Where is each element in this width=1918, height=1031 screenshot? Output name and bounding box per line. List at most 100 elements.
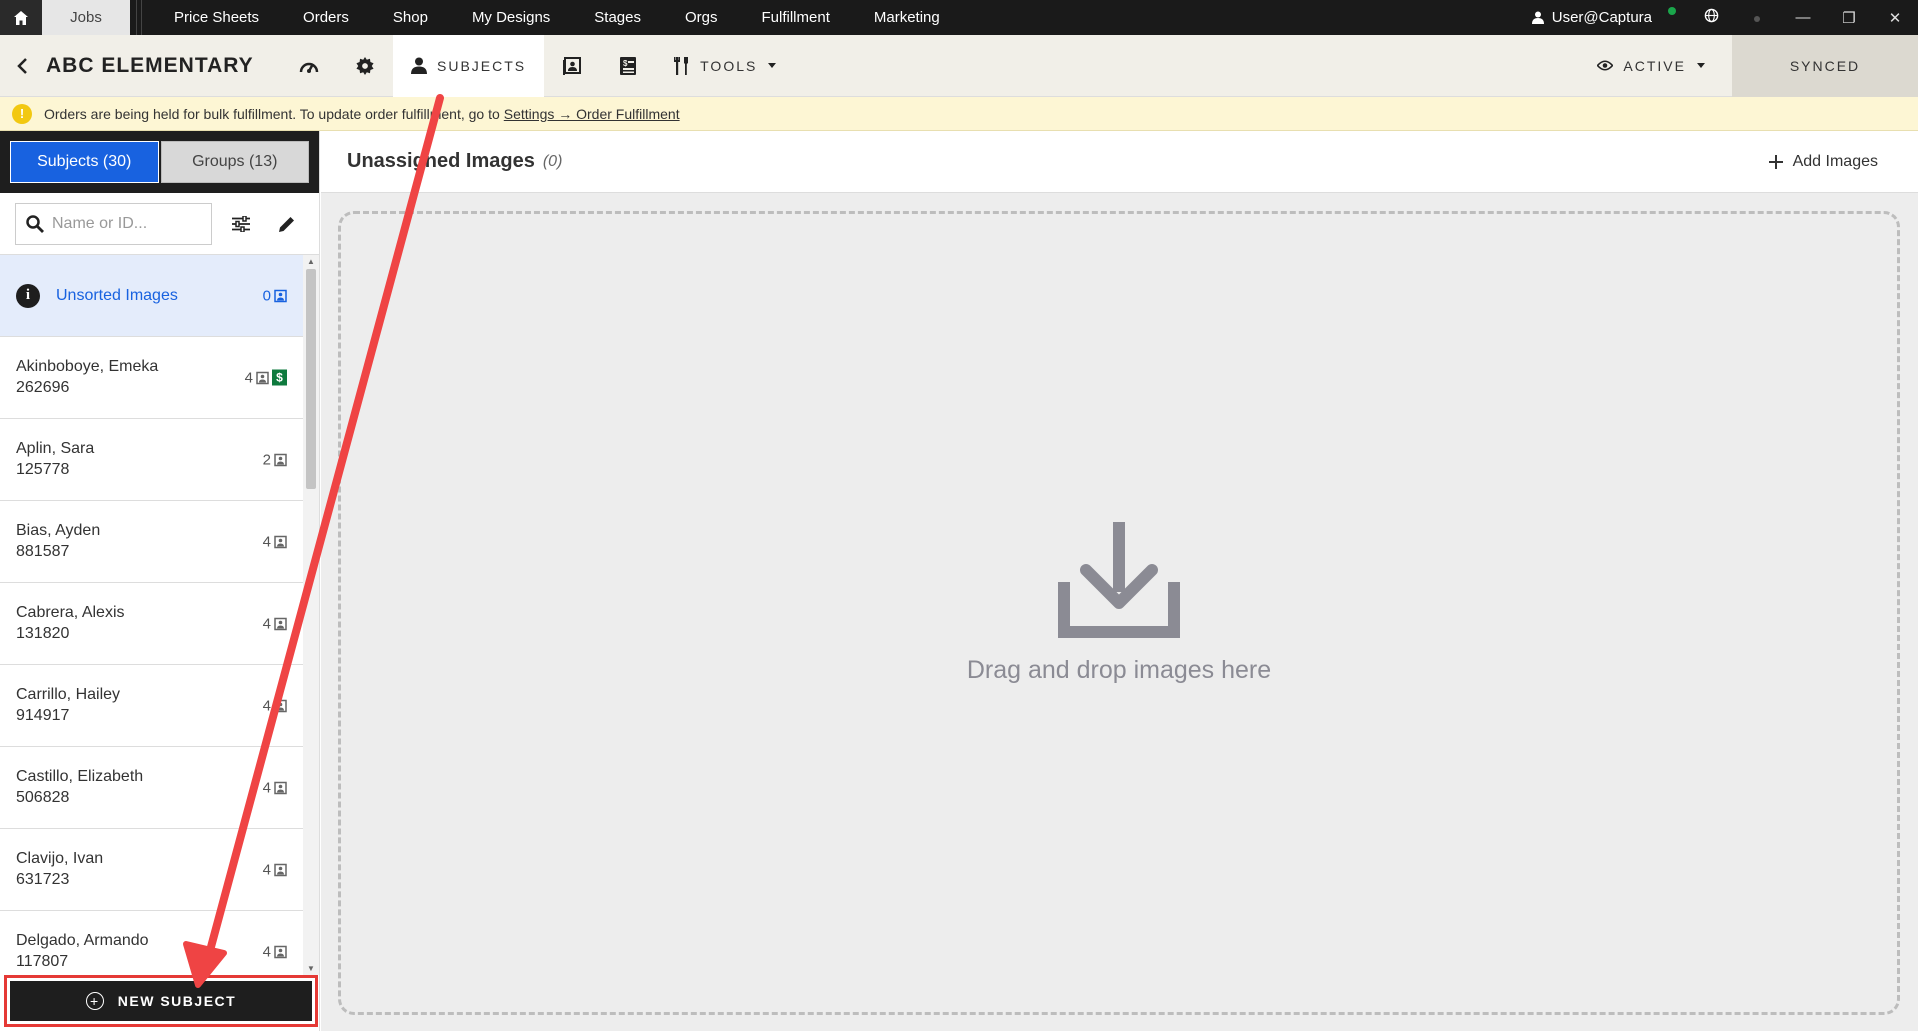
main-header: Unassigned Images (0) Add Images	[321, 131, 1918, 193]
search-icon	[26, 214, 44, 233]
price-sheet-icon: $	[620, 56, 637, 75]
subject-list-item[interactable]: Castillo, Elizabeth 506828 4	[0, 747, 303, 829]
add-images-button[interactable]: Add Images	[1768, 153, 1878, 171]
nav-jobs[interactable]: Jobs	[42, 0, 130, 35]
nav-fulfillment[interactable]: Fulfillment	[740, 0, 852, 35]
image-count: 0	[263, 287, 287, 304]
subjects-sidebar: Subjects (30) Groups (13) i Unsorted Ima…	[0, 131, 320, 1031]
nav-divider	[136, 0, 142, 35]
subject-list-item[interactable]: Carrillo, Hailey 914917 4	[0, 665, 303, 747]
user-icon	[411, 57, 427, 74]
image-count-value: 0	[262, 287, 271, 304]
user-menu[interactable]: User@Captura	[1531, 7, 1676, 26]
toolbar-right: ACTIVE SYNCED	[1597, 34, 1918, 97]
subject-id: 117807	[16, 953, 69, 970]
list-scrollbar[interactable]: ▲ ▼	[303, 255, 319, 975]
photo-icon	[274, 617, 287, 630]
subject-name: Cabrera, Alexis	[16, 604, 125, 621]
settings-button[interactable]	[337, 35, 393, 97]
info-warning-icon: !	[12, 103, 32, 124]
nav-marketing[interactable]: Marketing	[852, 0, 962, 35]
image-count: 4	[263, 943, 287, 960]
online-status-dot	[1668, 7, 1676, 15]
tools-dropdown[interactable]: TOOLS	[656, 35, 795, 97]
plus-circle-icon: +	[85, 992, 104, 1010]
back-button[interactable]	[4, 57, 40, 75]
page-title: Unassigned Images	[347, 150, 535, 172]
photo-icon	[274, 781, 287, 794]
subject-list-item[interactable]: Delgado, Armando 117807 4	[0, 911, 303, 975]
unassigned-count: (0)	[542, 152, 563, 170]
search-input[interactable]	[52, 214, 202, 233]
search-row	[0, 193, 319, 255]
subject-id: 262696	[16, 379, 70, 396]
nav-my-designs[interactable]: My Designs	[450, 0, 572, 35]
nav-right-controls: User@Captura — ❐ ✕	[1531, 0, 1918, 35]
image-count: 4	[263, 697, 287, 714]
price-list-button[interactable]: $	[600, 35, 656, 97]
subject-list-item[interactable]: Akinboboye, Emeka 262696 4 $	[0, 337, 303, 419]
subject-list-item[interactable]: Bias, Ayden 881587 4	[0, 501, 303, 583]
image-count-value: 4	[244, 369, 253, 386]
nav-stages[interactable]: Stages	[572, 0, 663, 35]
sync-status[interactable]: SYNCED	[1732, 34, 1918, 97]
scroll-thumb[interactable]	[306, 269, 316, 489]
nav-shop[interactable]: Shop	[371, 0, 450, 35]
nav-orders[interactable]: Orders	[281, 0, 371, 35]
status-dropdown[interactable]: ACTIVE	[1597, 58, 1706, 74]
dollar-icon: $	[272, 369, 287, 386]
globe-icon	[1704, 8, 1718, 23]
dashboard-button[interactable]	[281, 35, 337, 97]
subject-name: Akinboboye, Emeka	[16, 358, 159, 375]
subject-name: Delgado, Armando	[16, 932, 149, 949]
job-title: ABC ELEMENTARY	[46, 53, 254, 77]
unsorted-images-item[interactable]: i Unsorted Images 0	[0, 255, 303, 337]
user-icon	[1531, 11, 1544, 24]
subject-info: Bias, Ayden 881587	[16, 522, 100, 561]
subject-list: i Unsorted Images 0 Akinboboye, Emeka 262…	[0, 255, 303, 975]
restore-icon[interactable]: ❐	[1826, 9, 1872, 27]
main-panel: Unassigned Images (0) Add Images Drag an…	[321, 131, 1918, 1031]
home-button[interactable]	[0, 0, 42, 35]
image-count-value: 2	[262, 451, 271, 468]
scroll-down-icon[interactable]: ▼	[307, 964, 315, 973]
image-count-value: 4	[262, 861, 271, 878]
subject-id: 125778	[16, 461, 70, 478]
scroll-up-icon[interactable]: ▲	[307, 257, 315, 266]
language-button[interactable]	[1688, 8, 1734, 27]
gear-icon	[356, 56, 374, 75]
new-subject-button[interactable]: + NEW SUBJECT	[10, 981, 312, 1021]
tab-groups-list[interactable]: Groups (13)	[160, 141, 309, 183]
subject-list-item[interactable]: Aplin, Sara 125778 2	[0, 419, 303, 501]
image-count-value: 4	[262, 697, 271, 714]
nav-orgs[interactable]: Orgs	[663, 0, 740, 35]
download-tray-icon	[1058, 521, 1180, 638]
subject-id: 914917	[16, 707, 70, 724]
edit-button[interactable]	[270, 216, 304, 232]
filter-button[interactable]	[224, 215, 258, 232]
tab-subjects[interactable]: SUBJECTS	[393, 34, 545, 97]
tab-subjects-list[interactable]: Subjects (30)	[10, 141, 159, 183]
settings-fulfillment-link[interactable]: Settings → Order Fulfillment	[504, 106, 680, 122]
plus-icon	[1768, 154, 1783, 169]
fulfillment-banner: ! Orders are being held for bulk fulfill…	[0, 97, 1918, 131]
info-icon: i	[16, 283, 40, 308]
image-count: 4	[263, 615, 287, 632]
photos-button[interactable]	[544, 35, 600, 97]
subject-list-item[interactable]: Cabrera, Alexis 131820 4	[0, 583, 303, 665]
user-name: User@Captura	[1551, 9, 1652, 26]
dashboard-icon	[299, 62, 319, 73]
nav-price-sheets[interactable]: Price Sheets	[152, 0, 281, 35]
subject-name: Aplin, Sara	[16, 440, 95, 457]
image-dropzone[interactable]: Drag and drop images here	[338, 211, 1900, 1015]
subject-info: Aplin, Sara 125778	[16, 440, 94, 479]
subject-name: Clavijo, Ivan	[16, 850, 104, 867]
image-count-value: 4	[262, 615, 271, 632]
minimize-icon[interactable]: —	[1780, 9, 1826, 26]
chevron-left-icon	[17, 57, 27, 74]
image-count: 2	[263, 451, 287, 468]
subject-list-item[interactable]: Clavijo, Ivan 631723 4	[0, 829, 303, 911]
tools-icon	[674, 56, 689, 75]
close-icon[interactable]: ✕	[1872, 9, 1918, 27]
photo-icon	[274, 699, 287, 712]
